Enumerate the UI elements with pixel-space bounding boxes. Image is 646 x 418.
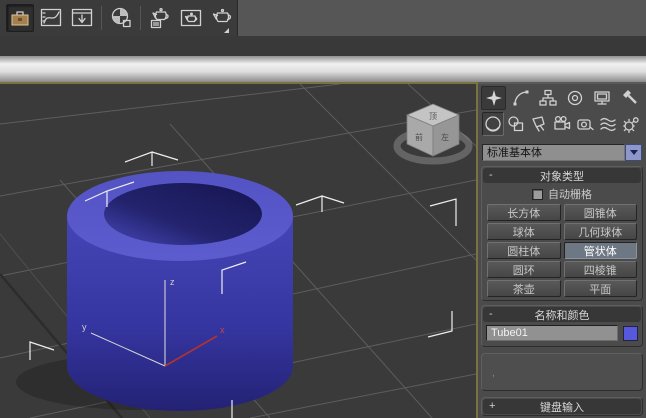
rollout-title: 键盘输入 — [540, 399, 584, 415]
dropdown-button[interactable] — [625, 144, 642, 161]
box-button[interactable]: 长方体 — [487, 204, 561, 221]
autogrid-label: 自动栅格 — [548, 186, 592, 202]
schematic-view-icon[interactable] — [68, 4, 96, 32]
tab-modify[interactable] — [508, 86, 533, 110]
material-editor-icon[interactable] — [107, 4, 135, 32]
plane-button[interactable]: 平面 — [564, 280, 638, 297]
object-name-input[interactable]: Tube01 — [486, 325, 618, 341]
rollout-title: 名称和颜色 — [535, 307, 590, 323]
toolbar-shadow-band — [0, 36, 646, 56]
z-axis-label: z — [170, 277, 175, 287]
command-panel: 标准基本体 - 对象类型 自动栅格 长方体 — [478, 82, 646, 418]
viewport-canvas: z y x 顶 前 左 — [0, 84, 476, 418]
keyboard-entry-rollout-header[interactable]: + 键盘输入 — [483, 399, 641, 414]
toolbar-separator — [101, 6, 102, 30]
geosphere-button[interactable]: 几何球体 — [564, 223, 638, 240]
collapsed-ribbon-bar[interactable] — [0, 56, 646, 82]
cone-button[interactable]: 圆锥体 — [564, 204, 638, 221]
empty-rollout: , — [481, 353, 643, 391]
dropdown-value[interactable]: 标准基本体 — [482, 144, 625, 161]
name-color-rollout: - 名称和颜色 Tube01 — [481, 305, 643, 347]
y-axis-label: y — [82, 322, 87, 332]
tube-button[interactable]: 管状体 — [564, 242, 638, 259]
viewcube-right-label: 左 — [441, 132, 449, 142]
flyout-arrow-icon[interactable] — [224, 28, 229, 33]
collapse-indicator: - — [489, 168, 493, 183]
object-type-rollout-header[interactable]: - 对象类型 — [483, 168, 641, 183]
object-color-swatch[interactable] — [623, 326, 638, 341]
toolbar-separator — [140, 6, 141, 30]
dropdown-arrow-icon — [630, 150, 638, 155]
keyboard-entry-rollout: + 键盘输入 — [481, 397, 643, 416]
category-lights[interactable] — [528, 112, 550, 136]
curve-editor-icon[interactable] — [37, 4, 65, 32]
render-setup-icon[interactable] — [146, 4, 174, 32]
tab-motion[interactable] — [562, 86, 587, 110]
object-type-rollout: - 对象类型 自动栅格 长方体 圆锥体 球体 几何球体 圆柱体 管状体 — [481, 166, 643, 301]
sphere-button[interactable]: 球体 — [487, 223, 561, 240]
viewcube[interactable]: 顶 前 左 — [397, 104, 469, 161]
tab-create[interactable] — [481, 86, 506, 110]
perspective-viewport[interactable]: z y x 顶 前 左 — [0, 82, 478, 418]
x-axis-label: x — [220, 325, 225, 335]
rollout-title: 对象类型 — [540, 168, 584, 184]
expand-indicator: + — [489, 399, 495, 414]
top-toolbar-strip — [0, 0, 646, 36]
teapot-button[interactable]: 茶壶 — [487, 280, 561, 297]
name-color-rollout-header[interactable]: - 名称和颜色 — [483, 307, 641, 322]
viewcube-left-label: 前 — [415, 132, 423, 142]
category-cameras[interactable] — [551, 112, 573, 136]
create-categories — [478, 111, 646, 141]
autogrid-checkbox[interactable] — [532, 189, 543, 200]
toolbox-icon[interactable] — [6, 4, 34, 32]
cylinder-button[interactable]: 圆柱体 — [487, 242, 561, 259]
autogrid-row: 自动栅格 — [485, 186, 639, 202]
render-toolbar — [0, 0, 238, 36]
tab-display[interactable] — [589, 86, 614, 110]
render-production-icon[interactable] — [208, 4, 236, 32]
tab-utilities[interactable] — [616, 86, 641, 110]
pyramid-button[interactable]: 四棱锥 — [564, 261, 638, 278]
torus-button[interactable]: 圆环 — [487, 261, 561, 278]
collapse-indicator: - — [489, 307, 493, 322]
3dsmax-window: z y x 顶 前 左 — [0, 0, 646, 418]
category-geometry[interactable] — [482, 112, 504, 136]
viewcube-top-label: 顶 — [429, 112, 437, 121]
rendered-frame-window-icon[interactable] — [177, 4, 205, 32]
category-shapes[interactable] — [505, 112, 527, 136]
tab-hierarchy[interactable] — [535, 86, 560, 110]
category-systems[interactable] — [620, 112, 642, 136]
category-space-warps[interactable] — [597, 112, 619, 136]
category-helpers[interactable] — [574, 112, 596, 136]
panel-tabs — [478, 84, 646, 111]
primitive-type-dropdown[interactable]: 标准基本体 — [482, 144, 642, 161]
primitive-buttons: 长方体 圆锥体 球体 几何球体 圆柱体 管状体 圆环 四棱锥 茶壶 平面 — [485, 204, 639, 297]
tube-object[interactable] — [67, 171, 293, 411]
